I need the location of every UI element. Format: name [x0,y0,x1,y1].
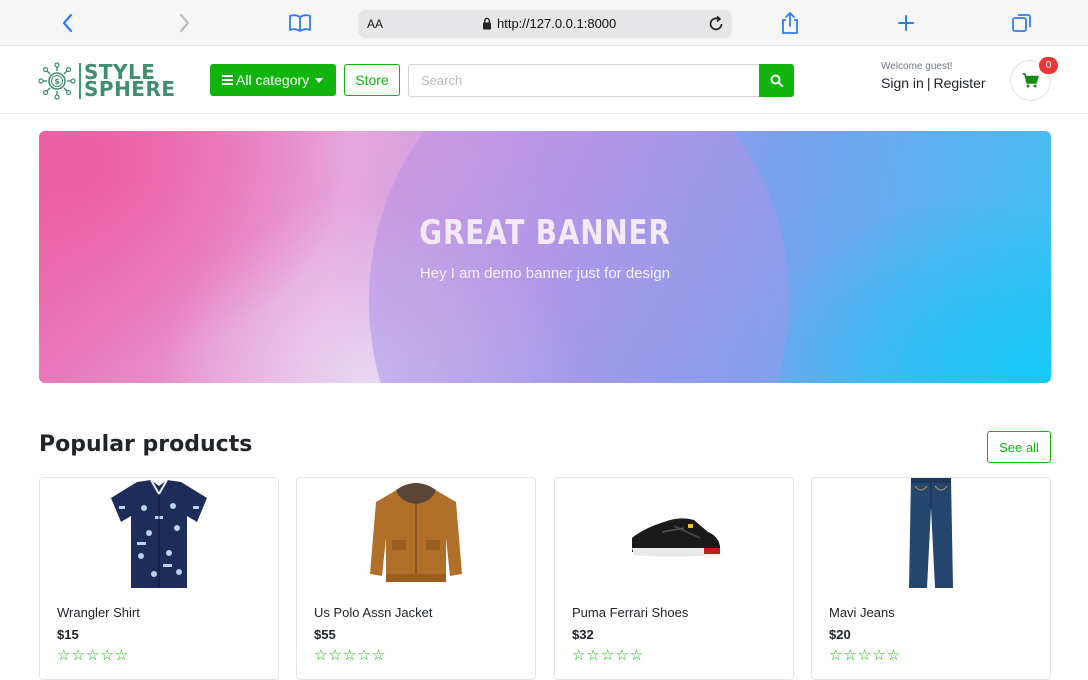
welcome-text: Welcome guest! [881,61,953,72]
cart-button[interactable]: 0 [1010,57,1058,101]
product-name[interactable]: Us Polo Assn Jacket [314,605,433,620]
jacket-image [370,483,462,582]
logo-coin-icon: $ [38,62,76,100]
auth-links: Sign in | Register [881,75,986,91]
product-price: $55 [314,627,336,642]
share-icon[interactable] [776,9,804,37]
menu-icon [222,75,233,85]
svg-text:$: $ [54,77,60,86]
lock-icon [482,17,492,35]
tabs-icon[interactable] [1008,9,1036,37]
sign-in-link[interactable]: Sign in [881,75,924,91]
product-name[interactable]: Puma Ferrari Shoes [572,605,688,620]
product-price: $32 [572,627,594,642]
address-bar[interactable]: AA http://127.0.0.1:8000 [358,10,732,38]
forward-icon[interactable] [170,9,198,37]
banner-decoration [369,131,789,383]
url-text: http://127.0.0.1:8000 [497,16,617,31]
rating-stars: ☆☆☆☆☆ [572,647,645,664]
caret-down-icon [315,77,324,83]
new-tab-icon[interactable] [892,9,920,37]
product-price: $20 [829,627,851,642]
brand-line-2: SPHERE [84,77,176,101]
reload-icon[interactable] [706,14,726,39]
rating-stars: ☆☆☆☆☆ [314,647,387,664]
cart-count-badge: 0 [1039,57,1058,74]
product-card[interactable]: Us Polo Assn Jacket $55 ☆☆☆☆☆ [296,477,536,680]
shirt-image [111,479,207,588]
product-name[interactable]: Mavi Jeans [829,605,895,620]
jeans-image [909,478,953,588]
auth-separator: | [926,75,931,91]
product-card[interactable]: Mavi Jeans $20 ☆☆☆☆☆ [811,477,1051,680]
store-button[interactable]: Store [344,64,400,96]
bookmarks-icon[interactable] [286,9,314,37]
rating-stars: ☆☆☆☆☆ [829,647,902,664]
register-link[interactable]: Register [933,75,985,91]
product-name[interactable]: Wrangler Shirt [57,605,140,620]
rating-stars: ☆☆☆☆☆ [57,647,130,664]
section-title: Popular products [39,432,253,457]
product-price: $15 [57,627,79,642]
product-card[interactable]: Puma Ferrari Shoes $32 ☆☆☆☆☆ [554,477,794,680]
product-card[interactable]: Wrangler Shirt $15 ☆☆☆☆☆ [39,477,279,680]
search-button[interactable] [759,64,794,97]
category-label: All category [236,72,310,88]
browser-toolbar: AA http://127.0.0.1:8000 [0,0,1088,46]
all-category-dropdown[interactable]: All category [210,64,336,96]
search-input[interactable] [408,64,759,97]
back-icon[interactable] [54,9,82,37]
shoes-image [632,518,720,557]
logo-divider [79,63,81,99]
site-navbar: $ STYLE SPHERE All category Store Welcom… [0,46,1088,114]
brand-name: STYLE SPHERE [84,62,176,101]
text-size-button[interactable]: AA [367,17,383,31]
banner-title: GREAT BANNER [419,213,671,253]
see-all-button[interactable]: See all [987,431,1051,463]
cart-icon [1022,73,1039,88]
hero-banner: GREAT BANNER Hey I am demo banner just f… [39,131,1051,383]
search-icon [770,74,783,87]
banner-subtitle: Hey I am demo banner just for design [419,265,671,282]
brand-logo[interactable]: $ STYLE SPHERE [38,62,176,100]
